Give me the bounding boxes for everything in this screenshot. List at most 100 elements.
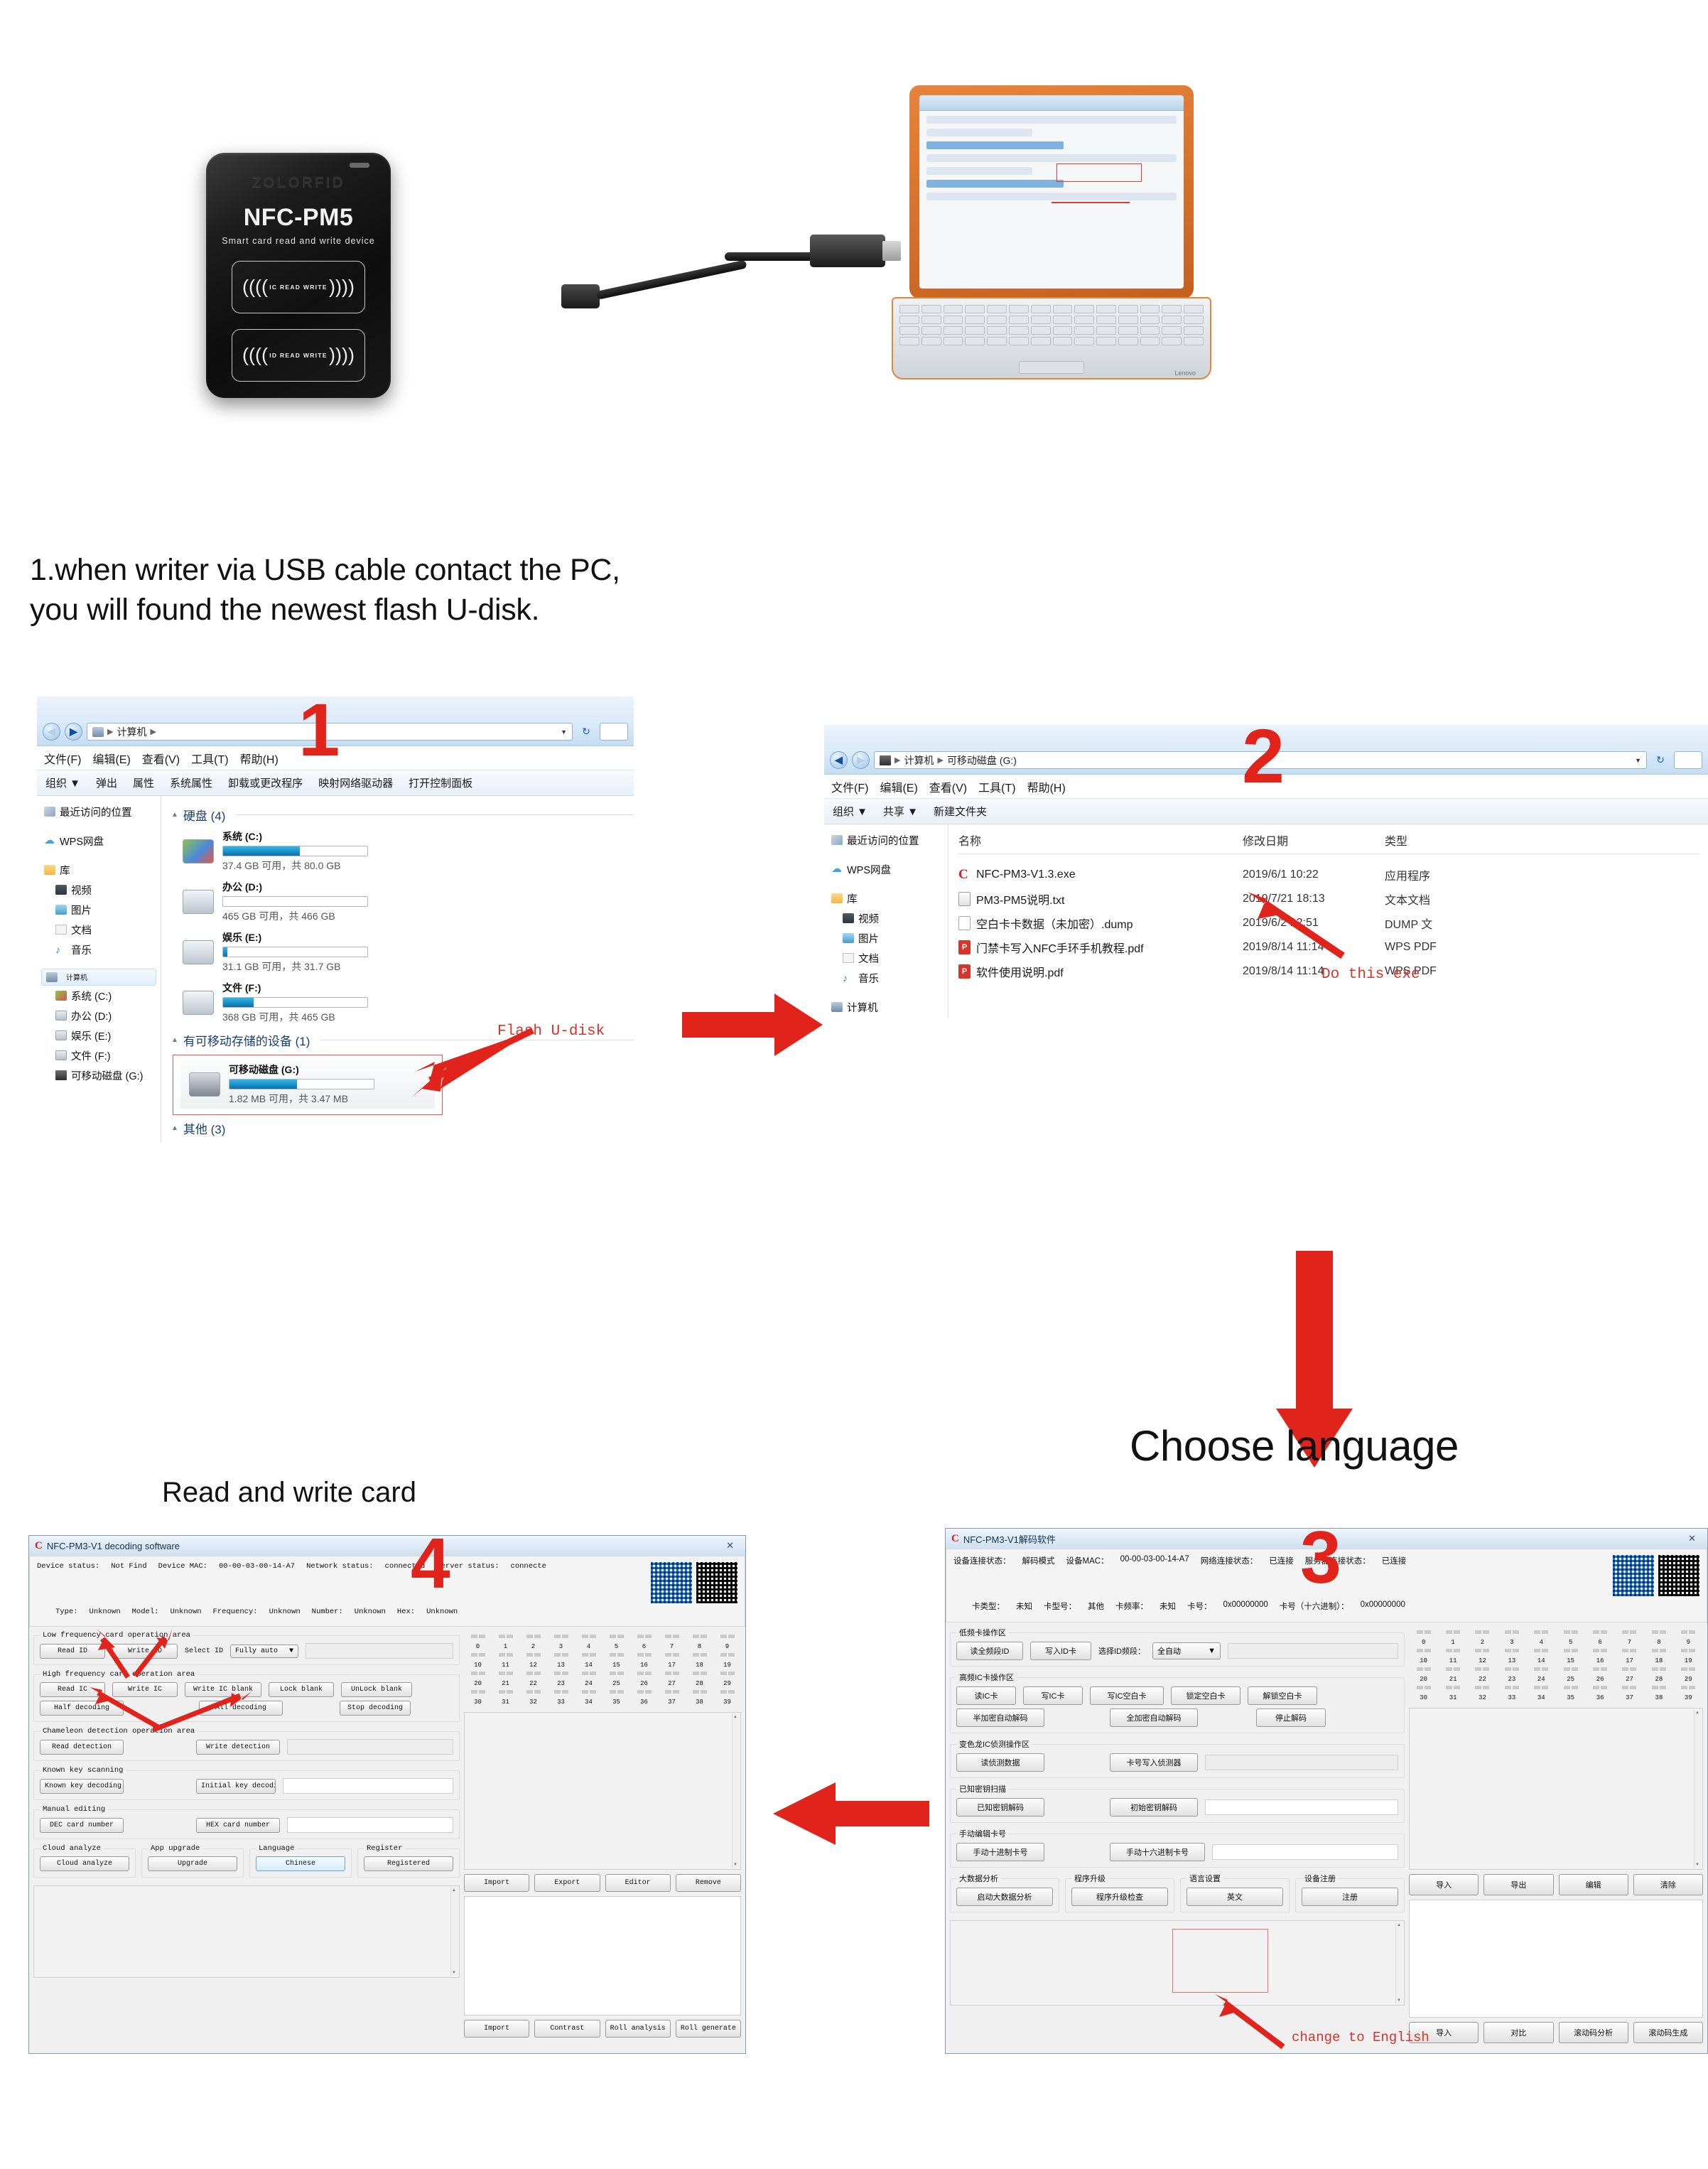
nav-item-wps-cloud[interactable]: ☁ WPS网盘 [828, 859, 948, 879]
stop-decoding-button[interactable]: 停止解码 [1256, 1708, 1326, 1727]
language-english-button[interactable]: 英文 [1187, 1888, 1283, 1906]
close-icon[interactable]: ✕ [1682, 1533, 1702, 1544]
drive-item-e[interactable]: 娱乐 (E:) 31.1 GB 可用，共 31.7 GB [183, 930, 634, 974]
upgrade-check-button[interactable]: 程序升级检查 [1071, 1888, 1168, 1906]
back-button-icon[interactable]: ◀ [43, 723, 60, 741]
low-freq-output-field[interactable] [306, 1643, 453, 1659]
breadcrumb-item-removable-disk[interactable]: 可移动磁盘 (G:) [947, 753, 1017, 768]
toolbar-open-control-panel[interactable]: 打开控制面板 [409, 775, 472, 790]
upgrade-button[interactable]: Upgrade [148, 1856, 237, 1871]
import-button[interactable]: 导入 [1409, 1874, 1479, 1895]
chameleon-output-field[interactable] [1205, 1755, 1398, 1770]
stop-decoding-button[interactable]: Stop decoding [340, 1701, 411, 1716]
chameleon-output-field[interactable] [287, 1739, 453, 1755]
nav-item-libraries[interactable]: 库 [41, 860, 161, 880]
hex-card-number-button[interactable]: 手动十六进制卡号 [1110, 1843, 1205, 1861]
file-row-exe[interactable]: C NFC-PM3-V1.3.exe 2019/6/1 10:22 应用程序 [958, 863, 1699, 887]
contrast-button[interactable]: Contrast [534, 2020, 600, 2038]
low-freq-output-field[interactable] [1228, 1643, 1398, 1659]
nav-item-computer[interactable]: 计算机 [41, 969, 156, 986]
toolbar-new-folder[interactable]: 新建文件夹 [934, 804, 987, 819]
remove-button[interactable]: Remove [675, 1874, 741, 1892]
read-ic-button[interactable]: 读IC卡 [956, 1686, 1016, 1705]
menu-item-view[interactable]: 查看(V) [142, 750, 180, 767]
toolbar-share[interactable]: 共享 ▼ [883, 804, 918, 819]
known-key-decoding-button[interactable]: Known key decoding [40, 1778, 124, 1794]
lock-blank-button[interactable]: Lock blank [269, 1682, 334, 1697]
toolbar-organize[interactable]: 组织 ▼ [833, 804, 867, 819]
dec-card-number-button[interactable]: 手动十进制卡号 [956, 1843, 1044, 1861]
group-header-hard-disks[interactable]: ▲ 硬盘 (4) [171, 806, 634, 824]
import2-button[interactable]: Import [464, 2020, 530, 2038]
edit-button[interactable]: 编辑 [1558, 1874, 1628, 1895]
lock-blank-button[interactable]: 锁定空白卡 [1171, 1686, 1241, 1705]
register-button[interactable]: 注册 [1302, 1888, 1398, 1906]
scrollbar[interactable] [1694, 1709, 1702, 1868]
menu-item-file[interactable]: 文件(F) [44, 750, 81, 767]
cloud-analyze-button[interactable]: Cloud analyze [40, 1856, 129, 1871]
nav-item-drive-f[interactable]: 文件 (F:) [41, 1045, 161, 1065]
roll-generate-button[interactable]: 滚动码生成 [1633, 2022, 1703, 2043]
nav-item-wps-cloud[interactable]: ☁ WPS网盘 [41, 831, 161, 851]
forward-button-icon[interactable]: ▶ [852, 751, 870, 769]
nav-item-computer[interactable]: 计算机 [828, 997, 948, 1017]
drive-item-f[interactable]: 文件 (F:) 368 GB 可用，共 465 GB [183, 981, 634, 1024]
nav-item-videos[interactable]: 视频 [41, 880, 161, 900]
known-key-input-field[interactable] [1205, 1799, 1398, 1815]
toolbar-system-properties[interactable]: 系统属性 [170, 775, 212, 790]
menu-item-edit[interactable]: 编辑(E) [880, 778, 917, 795]
write-detection-button[interactable]: Write detection [196, 1739, 280, 1755]
export-button[interactable]: 导出 [1483, 1874, 1554, 1895]
write-ic-blank-button[interactable]: 写IC空白卡 [1090, 1686, 1164, 1705]
select-id-dropdown[interactable]: Fully auto ▼ [230, 1644, 299, 1658]
breadcrumb-item-computer[interactable]: 计算机 [117, 725, 146, 739]
menu-item-tools[interactable]: 工具(T) [978, 778, 1015, 795]
column-header-type[interactable]: 类型 [1385, 831, 1477, 849]
scrollbar[interactable] [1395, 1922, 1403, 2004]
nav-item-recent-places[interactable]: 最近访问的位置 [828, 830, 948, 850]
file-list-header[interactable]: 名称 修改日期 类型 [958, 831, 1699, 854]
nav-item-drive-e[interactable]: 娱乐 (E:) [41, 1026, 161, 1045]
group-header-other[interactable]: ▲ 其他 (3) [171, 1119, 634, 1137]
nav-item-removable-disk-g[interactable]: 可移动磁盘 (G:) [41, 1065, 161, 1085]
nav-item-pictures[interactable]: 图片 [828, 928, 948, 948]
scrollbar[interactable] [732, 1713, 740, 1868]
back-button-icon[interactable]: ◀ [830, 751, 848, 769]
search-input[interactable] [1674, 751, 1702, 769]
forward-button-icon[interactable]: ▶ [65, 723, 82, 741]
collapse-triangle-icon[interactable]: ▲ [171, 1124, 178, 1132]
toolbar-map-network-drive[interactable]: 映射网络驱动器 [318, 775, 393, 790]
nav-item-documents[interactable]: 文档 [828, 948, 948, 968]
unlock-blank-button[interactable]: UnLock blank [341, 1682, 412, 1697]
roll-analysis-button[interactable]: 滚动码分析 [1558, 2022, 1628, 2043]
read-id-button[interactable]: 读全频段ID [956, 1642, 1023, 1660]
manual-card-number-field[interactable] [287, 1817, 453, 1833]
manual-card-number-field[interactable] [1212, 1844, 1398, 1860]
known-key-decoding-button[interactable]: 已知密钥解码 [956, 1798, 1044, 1817]
command-toolbar[interactable]: 组织 ▼ 共享 ▼ 新建文件夹 [824, 799, 1708, 824]
search-input[interactable] [600, 723, 628, 741]
command-toolbar[interactable]: 组织 ▼ 弹出 属性 系统属性 卸载或更改程序 映射网络驱动器 打开控制面板 [37, 770, 634, 796]
all-decoding-button[interactable]: 全加密自动解码 [1110, 1708, 1198, 1727]
read-detection-button[interactable]: Read detection [40, 1739, 124, 1755]
navigation-pane[interactable]: 最近访问的位置 ☁ WPS网盘 库 视频 图片 文档 ♪ 音乐 [824, 824, 948, 1017]
import-button[interactable]: Import [464, 1874, 530, 1892]
address-dropdown-icon[interactable]: ▼ [1635, 757, 1641, 764]
read-detection-button[interactable]: 读侦测数据 [956, 1753, 1044, 1772]
nfc-decoding-software-english[interactable]: C NFC-PM3-V1 decoding software ✕ Device … [28, 1535, 746, 2054]
write-id-button[interactable]: 写入ID卡 [1030, 1642, 1091, 1660]
export-button[interactable]: Export [534, 1874, 600, 1892]
contrast-button[interactable]: 对比 [1483, 2022, 1554, 2043]
roll-code-area[interactable] [1409, 1900, 1703, 2018]
hex-card-number-button[interactable]: HEX card number [196, 1817, 280, 1833]
menu-item-file[interactable]: 文件(F) [831, 778, 868, 795]
write-detection-button[interactable]: 卡号写入侦测器 [1110, 1753, 1198, 1772]
initial-key-decoding-button[interactable]: Initial key decoding [196, 1778, 276, 1794]
known-key-input-field[interactable] [283, 1778, 453, 1794]
nav-item-drive-c[interactable]: 系统 (C:) [41, 986, 161, 1006]
menu-item-tools[interactable]: 工具(T) [191, 750, 228, 767]
address-dropdown-icon[interactable]: ▼ [561, 728, 567, 736]
refresh-icon[interactable]: ↻ [1651, 751, 1670, 769]
nav-item-recent-places[interactable]: 最近访问的位置 [41, 802, 161, 822]
collapse-triangle-icon[interactable]: ▲ [171, 811, 178, 819]
